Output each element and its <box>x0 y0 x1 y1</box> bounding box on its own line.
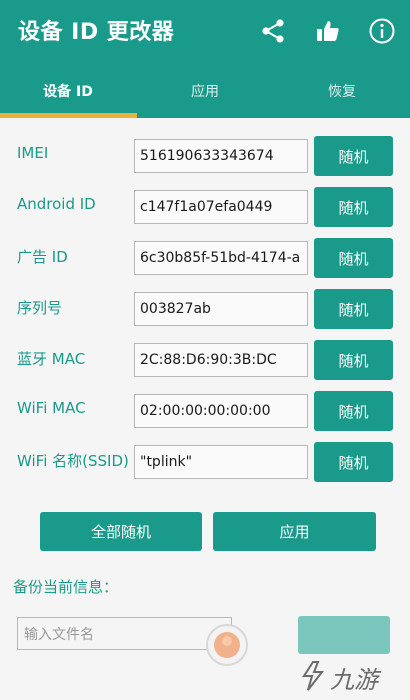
thumbs-up-icon[interactable] <box>311 14 345 48</box>
backup-button[interactable] <box>298 616 390 654</box>
bluetooth-mac-random-button[interactable]: 随机 <box>314 340 393 380</box>
app-title: 设备 ID 更改器 <box>18 20 175 45</box>
field-label: Android ID <box>17 195 96 213</box>
field-label: 广告 ID <box>17 248 68 266</box>
field-row-serial: 序列号 003827ab 随机 <box>0 289 410 329</box>
field-row-android-id: Android ID c147f1a07efa0449 随机 <box>0 187 410 227</box>
serial-random-button[interactable]: 随机 <box>314 289 393 329</box>
filename-input[interactable] <box>17 617 232 650</box>
imei-field[interactable]: 516190633343674 <box>134 139 308 173</box>
ad-id-field[interactable]: 6c30b85f-51bd-4174-a <box>134 241 308 275</box>
field-row-ad-id: 广告 ID 6c30b85f-51bd-4174-a 随机 <box>0 238 410 278</box>
field-label: WiFi MAC <box>17 399 86 417</box>
field-label: WiFi 名称(SSID) <box>17 452 129 470</box>
info-icon[interactable] <box>365 14 399 48</box>
tab-restore[interactable]: 恢复 <box>274 63 410 118</box>
field-row-imei: IMEI 516190633343674 随机 <box>0 136 410 176</box>
field-label: 序列号 <box>17 299 63 317</box>
field-label: 蓝牙 MAC <box>17 350 86 368</box>
tab-bar: 设备 ID 应用 恢复 <box>0 63 410 118</box>
watermark-mark-icon <box>298 660 328 692</box>
random-all-button[interactable]: 全部随机 <box>40 512 202 551</box>
watermark-text: 九游 <box>330 666 378 694</box>
wifi-mac-random-button[interactable]: 随机 <box>314 391 393 431</box>
tab-device-id[interactable]: 设备 ID <box>0 63 136 118</box>
serial-field[interactable]: 003827ab <box>134 292 308 326</box>
tab-indicator <box>0 113 137 118</box>
wifi-ssid-field[interactable]: "tplink" <box>134 445 308 479</box>
wifi-mac-field[interactable]: 02:00:00:00:00:00 <box>134 394 308 428</box>
backup-label: 备份当前信息： <box>13 578 119 596</box>
ad-id-random-button[interactable]: 随机 <box>314 238 393 278</box>
field-row-bluetooth-mac: 蓝牙 MAC 2C:88:D6:90:3B:DC 随机 <box>0 340 410 380</box>
field-row-wifi-mac: WiFi MAC 02:00:00:00:00:00 随机 <box>0 391 410 431</box>
bluetooth-mac-field[interactable]: 2C:88:D6:90:3B:DC <box>134 343 308 377</box>
android-id-field[interactable]: c147f1a07efa0449 <box>134 190 308 224</box>
watermark-logo-icon <box>205 623 249 667</box>
imei-random-button[interactable]: 随机 <box>314 136 393 176</box>
field-row-wifi-ssid: WiFi 名称(SSID) "tplink" 随机 <box>0 442 410 482</box>
field-label: IMEI <box>17 144 49 162</box>
share-icon[interactable] <box>256 14 290 48</box>
android-id-random-button[interactable]: 随机 <box>314 187 393 227</box>
apply-button[interactable]: 应用 <box>213 512 376 551</box>
tab-apps[interactable]: 应用 <box>137 63 273 118</box>
app-bar: 设备 ID 更改器 <box>0 0 410 63</box>
wifi-ssid-random-button[interactable]: 随机 <box>314 442 393 482</box>
